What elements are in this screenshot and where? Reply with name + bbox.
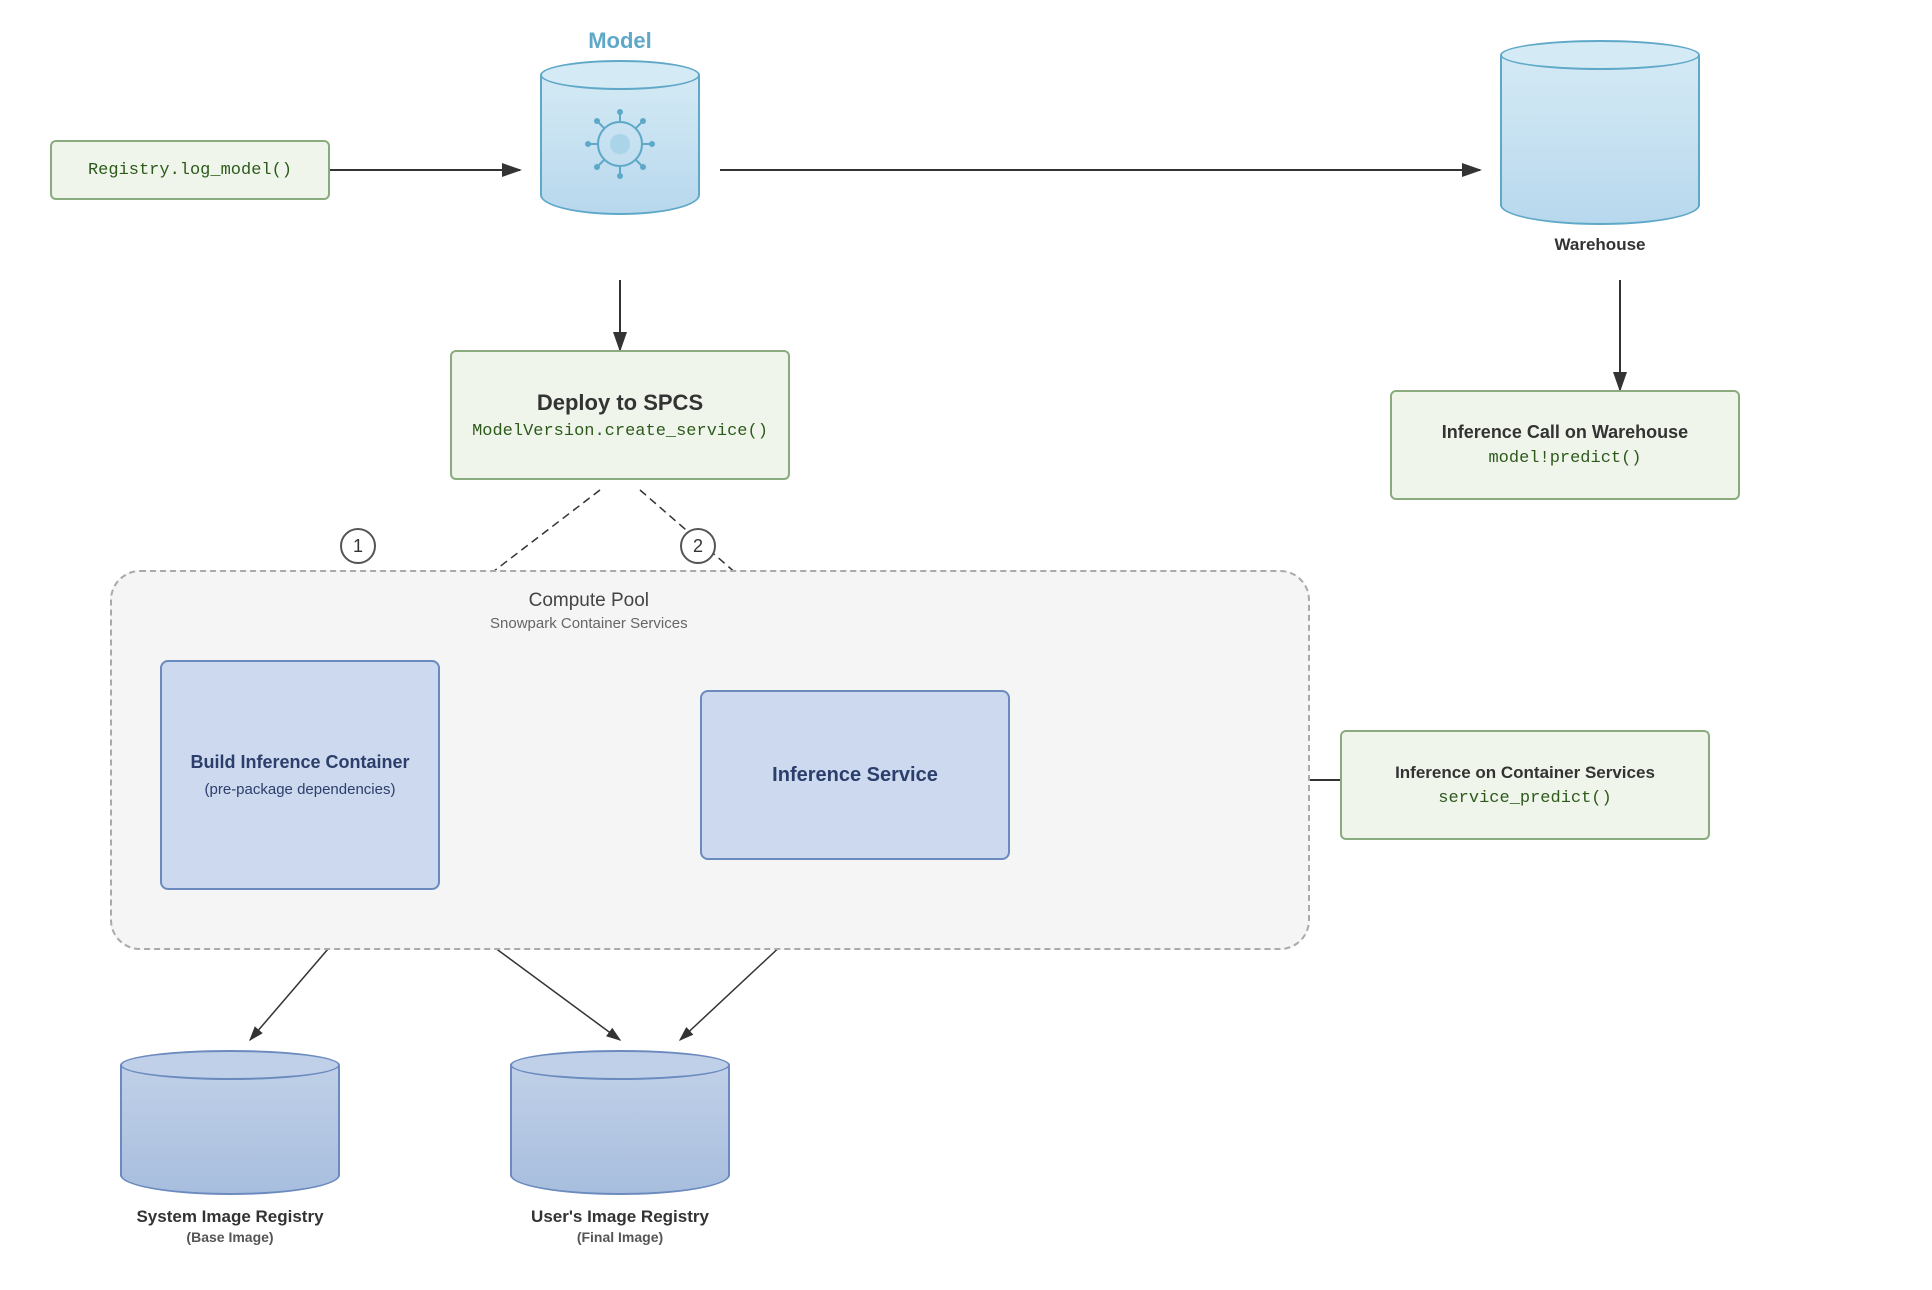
system-image-sub: (Base Image) [186,1229,273,1245]
inference-service-title: Inference Service [772,764,938,787]
inference-call-code: model!predict() [1488,449,1641,468]
build-container-title: Build Inference Container [190,752,409,773]
system-image-cylinder: System Image Registry (Base Image) [100,1050,360,1247]
compute-pool-label: Compute Pool Snowpark Container Services [490,590,688,634]
number-1-circle: 1 [340,528,376,564]
pool-title-text: Compute Pool [529,590,649,611]
pool-subtitle-text: Snowpark Container Services [490,615,688,632]
model-label: Model [545,28,695,54]
build-container-box: Build Inference Container (pre-package d… [160,660,440,890]
warehouse-cylinder: Warehouse [1480,40,1720,255]
num2-label: 2 [693,536,703,557]
registry-log-model-box: Registry.log_model() [50,140,330,200]
warehouse-label: Warehouse [1554,235,1645,255]
diagram: Registry.log_model() Model [0,0,1932,1290]
user-image-cylinder: User's Image Registry (Final Image) [490,1050,750,1247]
system-image-label: System Image Registry [136,1207,323,1226]
num1-label: 1 [353,536,363,557]
inference-container-box: Inference on Container Services service_… [1340,730,1710,840]
build-container-sub: (pre-package dependencies) [205,781,396,798]
user-image-sub: (Final Image) [577,1229,663,1245]
model-icon [580,104,660,184]
inference-call-box: Inference Call on Warehouse model!predic… [1390,390,1740,500]
user-image-label: User's Image Registry [531,1207,709,1226]
model-cylinder [520,60,720,215]
deploy-title: Deploy to SPCS [537,390,703,416]
deploy-spcs-box: Deploy to SPCS ModelVersion.create_servi… [450,350,790,480]
number-2-circle: 2 [680,528,716,564]
deploy-code: ModelVersion.create_service() [472,422,768,441]
registry-label: Registry.log_model() [88,161,292,180]
inference-container-title: Inference on Container Services [1395,763,1655,783]
inference-service-box: Inference Service [700,690,1010,860]
inference-container-code: service_predict() [1438,789,1611,808]
inference-call-title: Inference Call on Warehouse [1442,422,1688,443]
